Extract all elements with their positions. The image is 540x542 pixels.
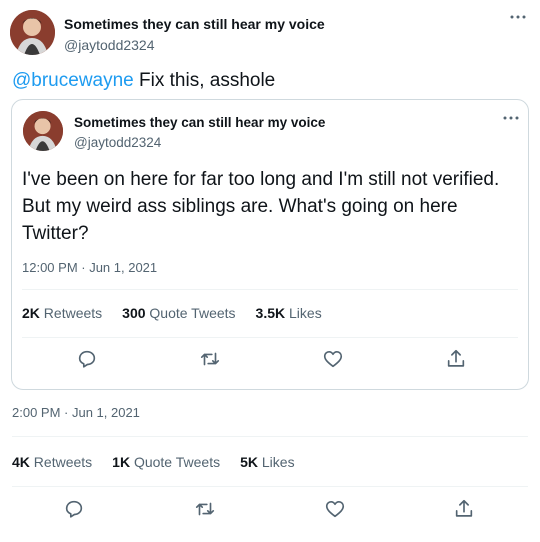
divider-1 [12,436,528,437]
quote-avatar[interactable] [23,111,63,151]
quote-timestamp[interactable]: 12:00 PM · Jun 1, 2021 [22,260,157,275]
quote-reply-icon[interactable] [76,348,98,370]
retweets-stat[interactable]: 4K Retweets [12,454,92,470]
avatar[interactable] [10,10,55,55]
quote-stats: 2K Retweets 300 Quote Tweets 3.5K Likes [22,305,322,321]
retweet-icon[interactable] [194,498,216,520]
quote-tweet-text: I've been on here for far too long and I… [22,169,500,244]
quote-handle[interactable]: @jaytodd2324 [74,135,161,150]
quote-more-icon[interactable] [503,115,519,121]
quote-retweet-icon[interactable] [199,348,221,370]
quote-likes-stat[interactable]: 3.5K Likes [256,305,322,321]
handle[interactable]: @jaytodd2324 [64,37,155,53]
more-icon[interactable] [510,14,526,20]
quote-divider-1 [22,289,518,290]
quote-share-icon[interactable] [445,348,467,370]
quote-quotes-stat[interactable]: 300 Quote Tweets [122,305,235,321]
mention-link[interactable]: @brucewayne [12,70,134,91]
like-icon[interactable] [324,498,346,520]
avatar-image [10,10,55,55]
divider-2 [12,486,528,487]
quotes-stat[interactable]: 1K Quote Tweets [112,454,220,470]
quote-like-icon[interactable] [322,348,344,370]
quote-divider-2 [22,337,518,338]
quote-retweets-stat[interactable]: 2K Retweets [22,305,102,321]
share-icon[interactable] [453,498,475,520]
quote-avatar-image [23,111,63,151]
quote-display-name[interactable]: Sometimes they can still hear my voice [74,115,325,130]
tweet-body: Fix this, asshole [133,70,276,91]
tweet-stats: 4K Retweets 1K Quote Tweets 5K Likes [12,454,295,470]
reply-icon[interactable] [63,498,85,520]
quote-tweet-card[interactable]: Sometimes they can still hear my voice @… [11,99,529,390]
display-name[interactable]: Sometimes they can still hear my voice [64,16,325,32]
tweet-text: @brucewayne Fix this, asshole [12,70,275,92]
likes-stat[interactable]: 5K Likes [240,454,294,470]
timestamp[interactable]: 2:00 PM · Jun 1, 2021 [12,405,140,420]
